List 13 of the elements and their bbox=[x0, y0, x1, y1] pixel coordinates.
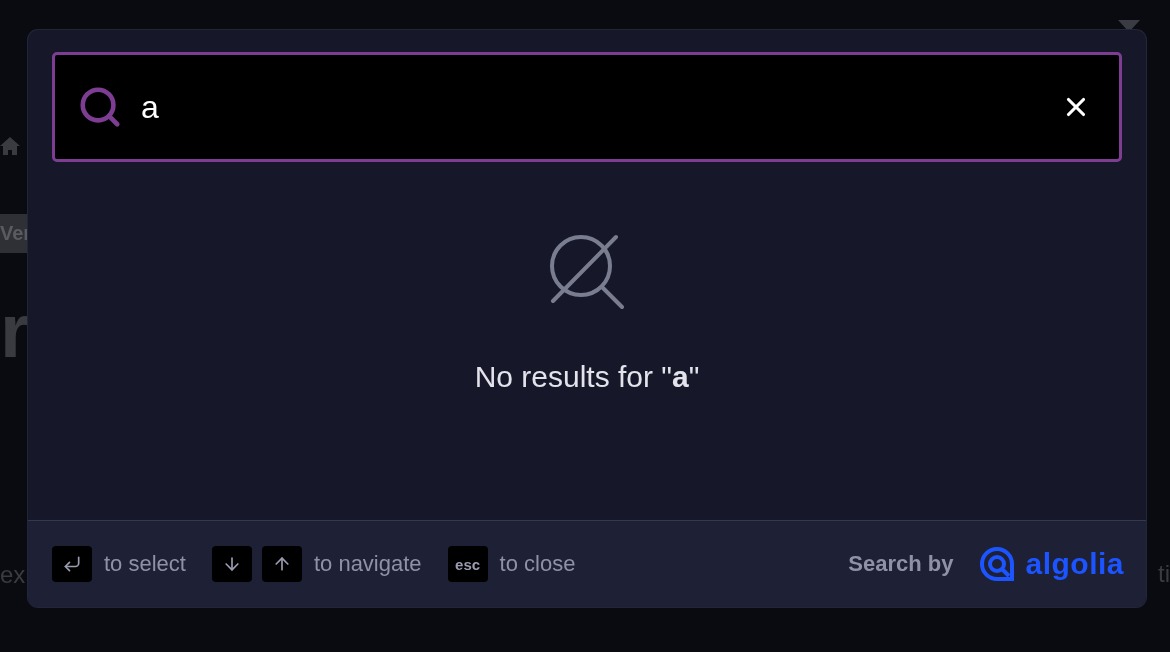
hint-label: to select bbox=[104, 551, 186, 577]
search-field[interactable]: a bbox=[52, 52, 1122, 162]
caret-icon bbox=[1118, 20, 1140, 32]
enter-icon bbox=[62, 554, 82, 574]
credit-label: Search by bbox=[848, 551, 954, 577]
hint-label: to navigate bbox=[313, 551, 422, 577]
no-results-icon bbox=[549, 234, 625, 310]
home-icon bbox=[0, 136, 20, 156]
no-results-message: No results for "a" bbox=[474, 360, 700, 394]
hint-label: to close bbox=[499, 551, 576, 577]
search-input[interactable]: a bbox=[139, 87, 1045, 127]
search-icon bbox=[77, 84, 123, 130]
key-cap: esc bbox=[447, 546, 488, 582]
